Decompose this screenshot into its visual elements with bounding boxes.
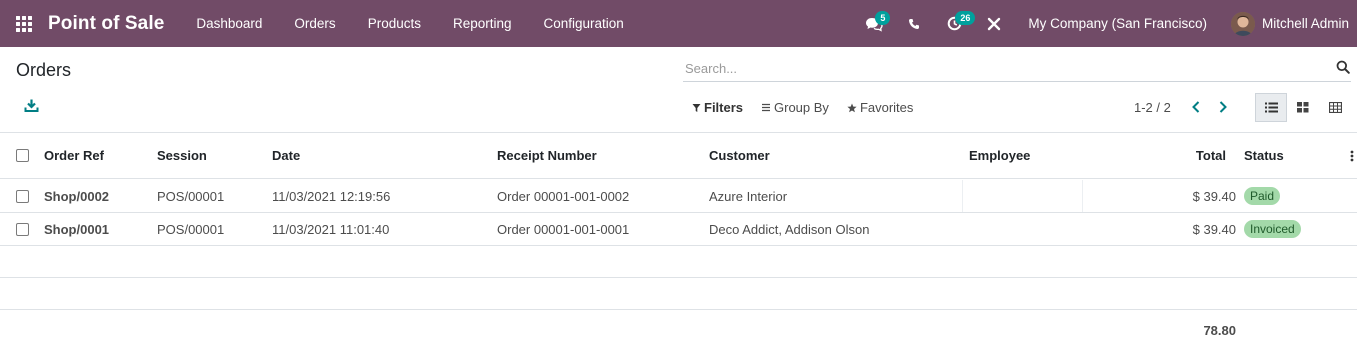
chevron-left-icon[interactable] — [1189, 99, 1203, 115]
col-order-ref[interactable]: Order Ref — [44, 133, 104, 178]
cell-customer: Deco Addict, Addison Olson — [709, 221, 870, 237]
list-view-button[interactable] — [1255, 93, 1287, 122]
filters-label: Filters — [704, 100, 744, 115]
export-button[interactable] — [24, 98, 42, 116]
groupby-label: Group By — [774, 100, 829, 115]
chevron-right-icon[interactable] — [1216, 99, 1230, 115]
user-menu[interactable]: Mitchell Admin — [1223, 11, 1357, 36]
cell-divider — [962, 180, 963, 212]
search-input[interactable] — [683, 55, 1323, 81]
search-icon[interactable] — [1336, 60, 1350, 74]
apps-menu-icon[interactable] — [0, 0, 48, 47]
status-badge: Paid — [1244, 187, 1281, 205]
table-header: Order Ref Session Date Receipt Number Cu… — [0, 133, 1357, 179]
col-status[interactable]: Status — [1244, 133, 1284, 178]
select-all-checkbox-cell — [16, 133, 29, 178]
empty-row — [0, 278, 1357, 310]
groupby-dropdown[interactable]: Group By — [761, 100, 829, 115]
bars-icon — [762, 103, 771, 112]
col-date[interactable]: Date — [272, 133, 300, 178]
cell-session: POS/00001 — [157, 221, 225, 237]
col-receipt-number[interactable]: Receipt Number — [497, 133, 597, 178]
kebab-menu-icon — [1350, 150, 1354, 161]
kanban-view-button[interactable] — [1287, 93, 1319, 122]
top-navbar: Point of Sale Dashboard Orders Products … — [0, 0, 1357, 47]
activities-count-badge: 26 — [955, 11, 976, 25]
cell-order-ref: Shop/0001 — [44, 221, 110, 237]
user-name: Mitchell Admin — [1261, 16, 1349, 31]
search-bar — [683, 55, 1351, 82]
menu-configuration[interactable]: Configuration — [528, 0, 640, 47]
table-icon — [1328, 102, 1342, 113]
star-icon — [847, 103, 857, 112]
filter-icon — [692, 103, 701, 112]
menu-dashboard[interactable]: Dashboard — [180, 0, 278, 47]
phone-button[interactable] — [894, 0, 934, 47]
debug-tools-button[interactable] — [974, 0, 1014, 47]
cell-date: 11/03/2021 11:01:40 — [272, 221, 390, 237]
row-checkbox[interactable] — [16, 222, 29, 236]
optional-columns-toggle[interactable] — [1350, 133, 1354, 178]
list-icon — [1264, 102, 1278, 113]
cell-total: $ 39.40 — [1192, 221, 1236, 237]
cell-date: 11/03/2021 12:19:56 — [272, 188, 391, 204]
menu-orders[interactable]: Orders — [278, 0, 351, 47]
user-avatar — [1230, 11, 1255, 36]
select-all-checkbox[interactable] — [16, 149, 29, 162]
phone-icon — [909, 18, 920, 29]
col-customer[interactable]: Customer — [709, 133, 770, 178]
favorites-dropdown[interactable]: Favorites — [847, 100, 913, 115]
search-options: Filters Group By Favorites — [692, 100, 931, 115]
menu-reporting[interactable]: Reporting — [437, 0, 528, 47]
row-checkbox-cell — [16, 213, 29, 245]
kanban-icon — [1297, 102, 1309, 113]
app-brand[interactable]: Point of Sale — [48, 13, 164, 35]
row-checkbox[interactable] — [16, 189, 29, 203]
cell-status: Invoiced — [1244, 213, 1301, 245]
cell-customer: Azure Interior — [709, 188, 788, 204]
cell-session: POS/00001 — [157, 188, 225, 204]
messages-count-badge: 5 — [875, 11, 891, 25]
footer-total: 78.80 — [1203, 323, 1236, 338]
table-row[interactable]: Shop/0001 POS/00001 11/03/2021 11:01:40 … — [0, 213, 1357, 246]
table-row[interactable]: Shop/0002 POS/00001 11/03/2021 12:19:56 … — [0, 180, 1357, 213]
company-switcher[interactable]: My Company (San Francisco) — [1014, 16, 1223, 31]
view-switcher — [1255, 93, 1351, 122]
cell-divider — [1082, 180, 1083, 212]
status-badge: Invoiced — [1244, 220, 1301, 238]
download-icon — [24, 99, 39, 112]
pivot-view-button[interactable] — [1319, 93, 1351, 122]
col-total[interactable]: Total — [1180, 133, 1226, 178]
cell-order-ref: Shop/0002 — [44, 188, 110, 204]
cell-receipt-number: Order 00001-001-0001 — [497, 221, 630, 237]
empty-row — [0, 246, 1357, 278]
col-employee[interactable]: Employee — [969, 133, 1030, 178]
tools-icon — [988, 17, 1001, 30]
filters-dropdown[interactable]: Filters — [692, 100, 743, 115]
activities-button[interactable]: 26 — [934, 0, 976, 47]
favorites-label: Favorites — [859, 100, 914, 115]
cell-status: Paid — [1244, 180, 1281, 212]
row-checkbox-cell — [16, 180, 29, 212]
page-title: Orders — [16, 60, 72, 80]
col-session[interactable]: Session — [157, 133, 207, 178]
pager-value[interactable]: 1-2 / 2 — [1134, 100, 1171, 115]
cell-total: $ 39.40 — [1192, 188, 1236, 204]
cell-receipt-number: Order 00001-001-0002 — [497, 188, 630, 204]
messaging-button[interactable]: 5 — [854, 0, 894, 47]
menu-products[interactable]: Products — [352, 0, 437, 47]
